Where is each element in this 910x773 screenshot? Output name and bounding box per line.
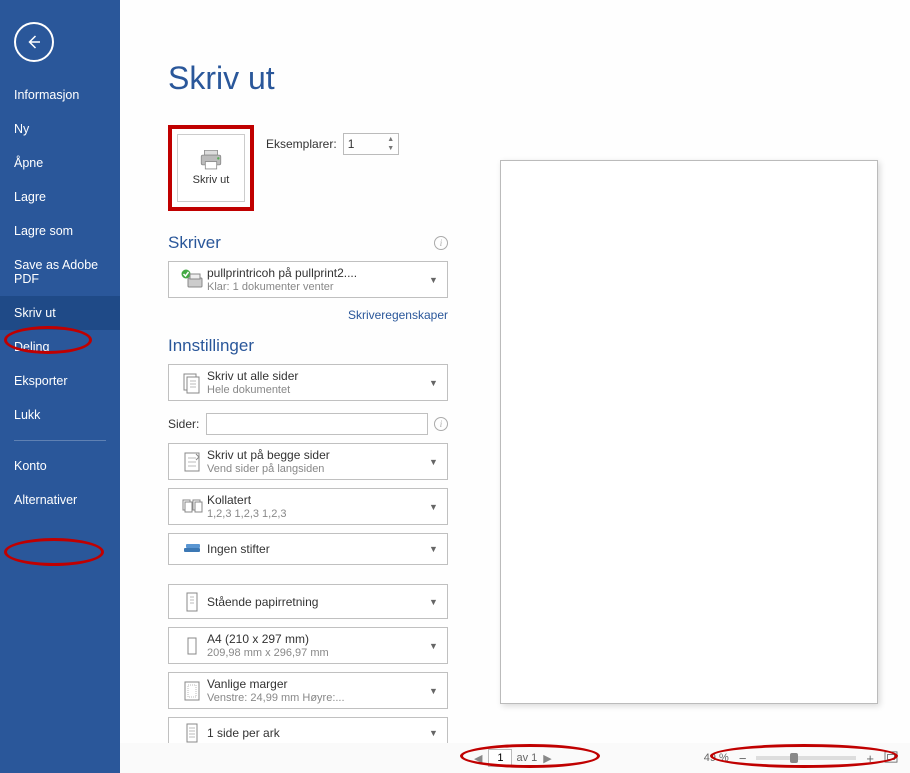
copies-label: Eksemplarer: <box>266 137 337 151</box>
chevron-down-icon: ▼ <box>429 641 439 651</box>
page-total-label: av 1 <box>516 752 537 764</box>
printer-icon <box>198 150 224 170</box>
zoom-slider[interactable] <box>756 756 856 760</box>
chevron-down-icon: ▼ <box>429 378 439 388</box>
zoom-in-button[interactable]: + <box>862 751 878 766</box>
printer-info-icon[interactable]: i <box>434 236 448 250</box>
sidebar-separator <box>14 440 106 441</box>
copies-value: 1 <box>348 137 355 151</box>
printer-status: Klar: 1 dokumenter venter <box>207 281 429 293</box>
chevron-down-icon: ▼ <box>429 457 439 467</box>
duplex-dropdown[interactable]: Skriv ut på begge sider Vend sider på la… <box>168 443 448 480</box>
spinner-up-icon[interactable]: ▲ <box>386 135 396 144</box>
sidebar-item-print[interactable]: Skriv ut <box>0 296 120 330</box>
paper-size-icon <box>177 634 207 658</box>
sidebar-item-save[interactable]: Lagre <box>0 180 120 214</box>
zoom-value: 49 % <box>704 752 729 764</box>
spinner-down-icon[interactable]: ▼ <box>386 144 396 153</box>
chevron-down-icon: ▼ <box>429 502 439 512</box>
sidebar-item-options[interactable]: Alternativer <box>0 483 120 517</box>
printer-properties-link[interactable]: Skriveregenskaper <box>168 308 448 322</box>
page-navigation: ◀ av 1 ▶ <box>472 749 554 767</box>
paper-size-dropdown[interactable]: A4 (210 x 297 mm) 209,98 mm x 296,97 mm … <box>168 627 448 664</box>
sidebar-item-information[interactable]: Informasjon <box>0 78 120 112</box>
zoom-out-button[interactable]: − <box>735 751 751 766</box>
zoom-slider-thumb[interactable] <box>790 753 798 763</box>
orientation-dropdown[interactable]: Stående papirretning ▼ <box>168 584 448 619</box>
pages-icon <box>177 371 207 395</box>
printer-heading: Skriver <box>168 233 221 253</box>
printer-status-icon <box>177 268 207 292</box>
chevron-down-icon: ▼ <box>429 275 439 285</box>
back-arrow-icon <box>25 33 43 51</box>
sidebar-item-new[interactable]: Ny <box>0 112 120 146</box>
print-preview-panel <box>448 60 910 773</box>
print-button[interactable]: Skriv ut <box>177 134 245 202</box>
orientation-portrait-icon <box>177 590 207 614</box>
margins-dropdown[interactable]: Vanlige marger Venstre: 24,99 mm Høyre:.… <box>168 672 448 709</box>
zoom-fit-button[interactable] <box>884 751 898 766</box>
preview-page <box>500 160 878 704</box>
sidebar-item-save-as-pdf[interactable]: Save as Adobe PDF <box>0 248 120 296</box>
settings-heading: Innstillinger <box>168 336 254 356</box>
copies-spinner[interactable]: 1 ▲▼ <box>343 133 399 155</box>
chevron-down-icon: ▼ <box>429 597 439 607</box>
chevron-down-icon: ▼ <box>429 544 439 554</box>
main-panel: Skriv ut Skriv ut Eksemplarer <box>120 0 910 773</box>
prev-page-button[interactable]: ◀ <box>472 752 484 765</box>
sidebar-item-save-as[interactable]: Lagre som <box>0 214 120 248</box>
pages-info-icon[interactable]: i <box>434 417 448 431</box>
sidebar-item-export[interactable]: Eksporter <box>0 364 120 398</box>
stapler-icon <box>177 537 207 561</box>
page-number-input[interactable] <box>488 749 512 767</box>
collate-dropdown[interactable]: Kollatert 1,2,3 1,2,3 1,2,3 ▼ <box>168 488 448 525</box>
pages-label: Sider: <box>168 417 200 431</box>
pages-per-sheet-icon <box>177 721 207 745</box>
pages-input[interactable] <box>206 413 428 435</box>
back-button[interactable] <box>14 22 54 62</box>
chevron-down-icon: ▼ <box>429 686 439 696</box>
printer-name: pullprintricoh på pullprint2.... <box>207 266 429 280</box>
chevron-down-icon: ▼ <box>429 728 439 738</box>
highlight-print-button: Skriv ut <box>168 125 254 211</box>
margins-icon <box>177 679 207 703</box>
print-range-dropdown[interactable]: Skriv ut alle sider Hele dokumentet ▼ <box>168 364 448 401</box>
duplex-icon <box>177 450 207 474</box>
sidebar-item-open[interactable]: Åpne <box>0 146 120 180</box>
collate-icon <box>177 495 207 519</box>
sidebar-item-close[interactable]: Lukk <box>0 398 120 432</box>
print-settings-panel: Skriv ut Skriv ut Eksemplarer <box>168 60 448 773</box>
page-title: Skriv ut <box>168 60 448 97</box>
backstage-sidebar: Informasjon Ny Åpne Lagre Lagre som Save… <box>0 0 120 773</box>
sidebar-item-account[interactable]: Konto <box>0 449 120 483</box>
sidebar-item-share[interactable]: Deling <box>0 330 120 364</box>
printer-dropdown[interactable]: pullprintricoh på pullprint2.... Klar: 1… <box>168 261 448 298</box>
staple-dropdown[interactable]: Ingen stifter ▼ <box>168 533 448 565</box>
next-page-button[interactable]: ▶ <box>541 752 553 765</box>
footer-bar: ◀ av 1 ▶ 49 % − + <box>120 743 910 773</box>
print-button-label: Skriv ut <box>193 174 230 186</box>
highlight-ellipse-options <box>4 538 104 566</box>
